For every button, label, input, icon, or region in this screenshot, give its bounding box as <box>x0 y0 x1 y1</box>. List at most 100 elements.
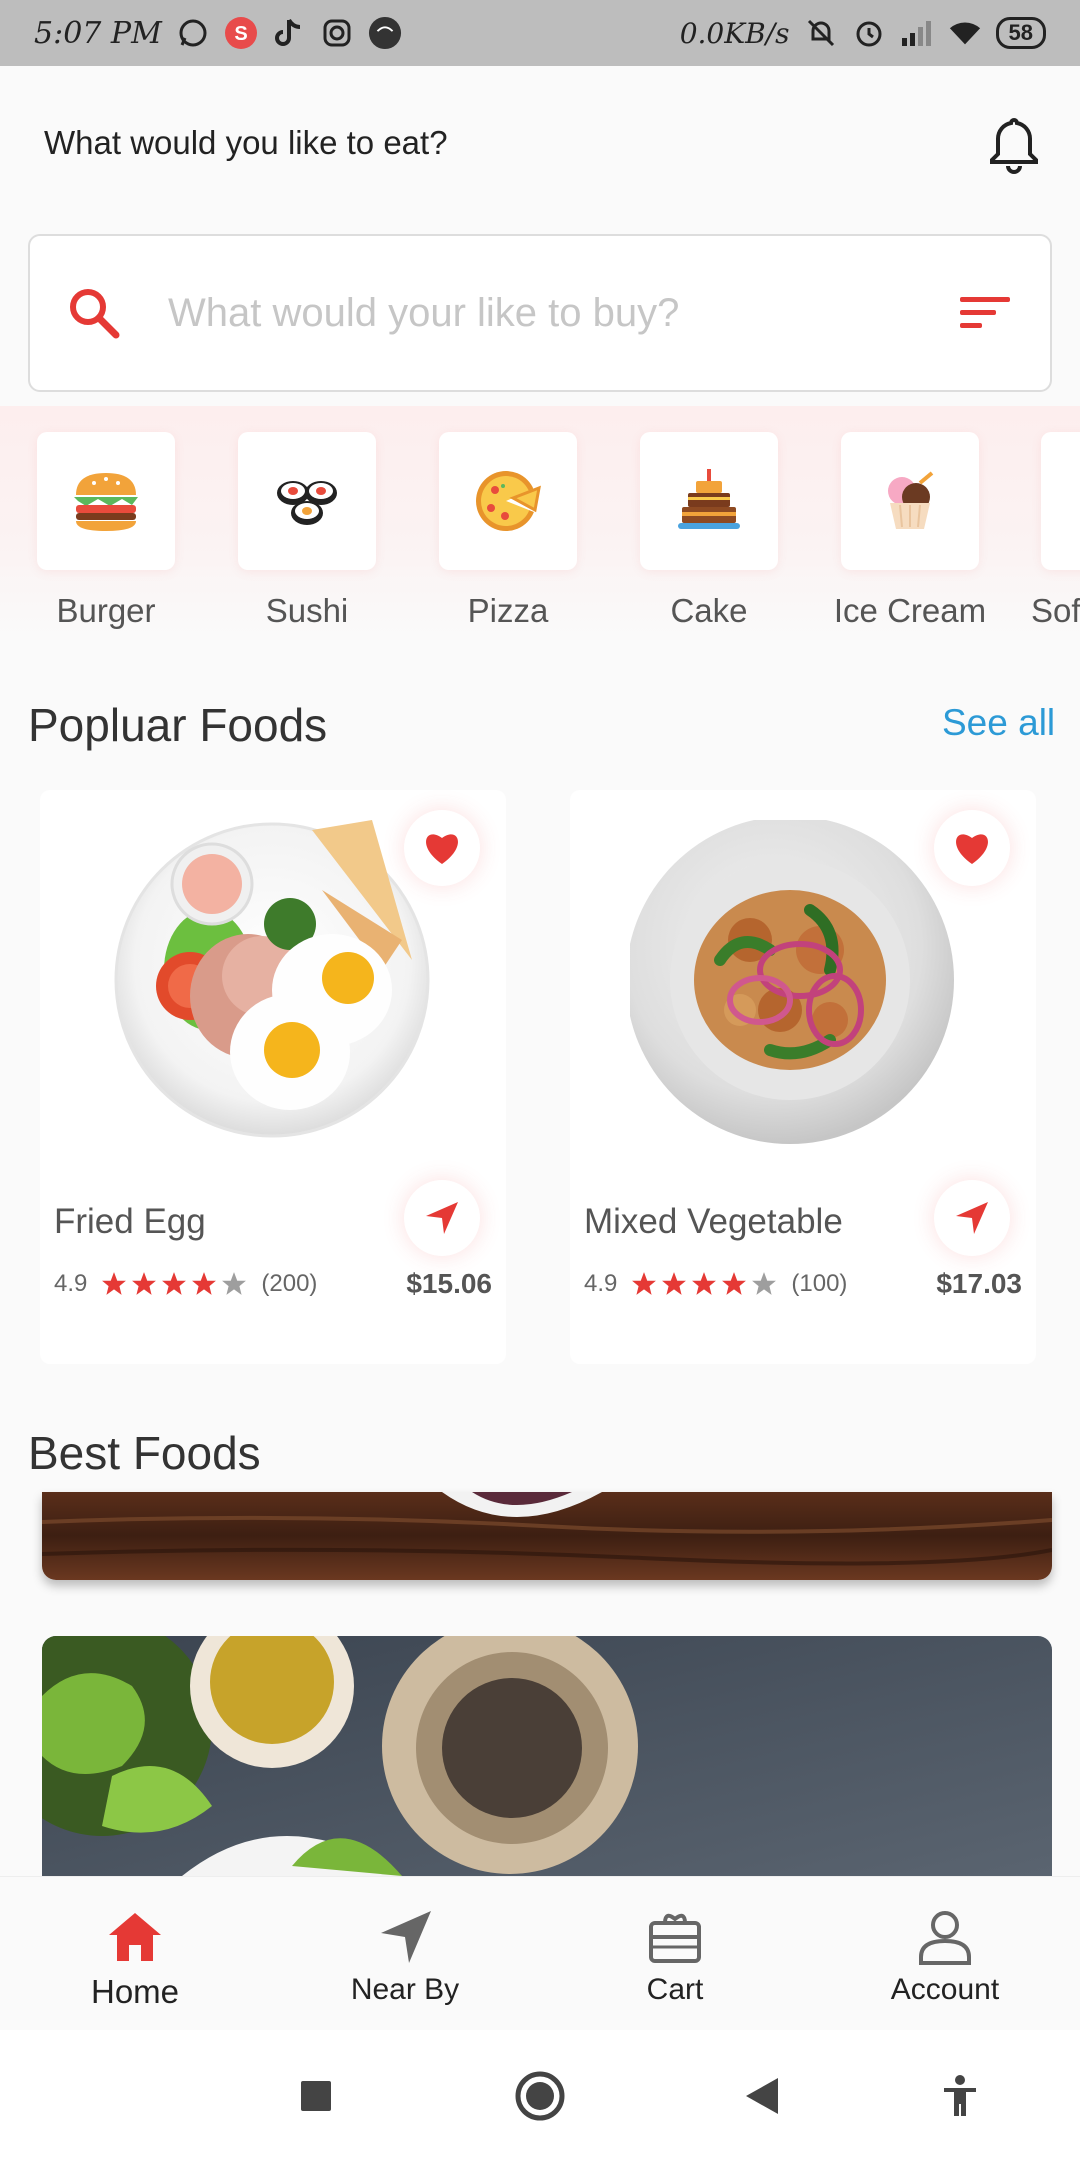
back-button[interactable] <box>732 2066 792 2126</box>
category-label: Burger <box>56 592 156 629</box>
star-filled-icon <box>662 1272 687 1295</box>
star-filled-icon <box>162 1272 187 1295</box>
star-rating <box>101 1271 247 1297</box>
instagram-icon <box>320 16 354 50</box>
burger-icon <box>37 432 175 570</box>
home-button[interactable] <box>510 2066 570 2126</box>
svg-text:S: S <box>234 23 247 45</box>
star-filled-icon <box>132 1272 157 1295</box>
home-icon <box>109 1913 161 1961</box>
cart-icon <box>649 1913 701 1963</box>
category-soft-drink[interactable]: Sof <box>1021 432 1080 630</box>
bottom-navigation: Home Near By Cart Account <box>0 1876 1080 2030</box>
square-icon <box>301 2081 331 2111</box>
food-rating: 4.9 (100) <box>584 1270 847 1298</box>
sushi-icon <box>238 432 376 570</box>
alarm-icon <box>852 16 886 50</box>
star-filled-icon <box>192 1272 217 1295</box>
star-filled-icon <box>722 1272 747 1295</box>
triangle-back-icon <box>746 2078 778 2114</box>
circle-icon <box>515 2071 565 2121</box>
page-title: What would you like to eat? <box>44 124 448 161</box>
filter-icon[interactable] <box>958 293 1014 333</box>
battery-indicator: 58 <box>995 17 1046 49</box>
recent-apps-button[interactable] <box>286 2066 346 2126</box>
tiktok-icon <box>272 16 306 50</box>
category-burger[interactable]: Burger <box>16 432 196 630</box>
best-food-banner[interactable] <box>42 1492 1052 1580</box>
review-count: (100) <box>791 1270 848 1297</box>
food-name: Mixed Vegetable <box>584 1202 843 1241</box>
nav-cart[interactable]: Cart <box>540 1877 810 2031</box>
nav-near-by[interactable]: Near By <box>270 1877 540 2031</box>
network-speed: 0.0KB/s <box>679 16 790 50</box>
best-food-banner[interactable] <box>42 1636 1052 1876</box>
star-empty-icon <box>222 1272 247 1295</box>
heart-icon <box>956 834 988 864</box>
star-rating <box>631 1271 777 1297</box>
nav-label: Near By <box>350 1973 460 2006</box>
favorite-button[interactable] <box>404 810 480 886</box>
category-cake[interactable]: Cake <box>619 432 799 630</box>
navigation-icon <box>381 1911 431 1963</box>
accessibility-button[interactable] <box>930 2066 990 2126</box>
fried-egg-image <box>112 820 432 1140</box>
directions-button[interactable] <box>404 1180 480 1256</box>
rating-value: 4.9 <box>54 1270 88 1297</box>
see-all-link[interactable]: See all <box>942 702 1055 744</box>
food-rating: 4.9 (200) <box>54 1270 317 1298</box>
notification-bell-icon[interactable] <box>986 114 1042 174</box>
search-bar <box>28 234 1052 392</box>
star-empty-icon <box>752 1272 777 1295</box>
category-list: Burger Sushi Pizza Cake Ice Cream Sof <box>0 406 1080 638</box>
nav-label: Account <box>890 1973 1000 2006</box>
category-pizza[interactable]: Pizza <box>418 432 598 630</box>
system-navigation-bar <box>0 2030 1080 2160</box>
status-time: 5:07 PM <box>34 15 162 51</box>
best-foods-title: Best Foods <box>28 1427 261 1479</box>
nav-label: Cart <box>646 1973 704 2006</box>
account-icon <box>919 1911 971 1965</box>
heart-icon <box>426 834 458 864</box>
mute-icon <box>804 16 838 50</box>
category-label: Cake <box>670 592 748 629</box>
food-price: $15.06 <box>406 1268 492 1299</box>
navigation-arrow-icon <box>956 1202 988 1234</box>
search-input[interactable] <box>168 290 958 336</box>
nav-home[interactable]: Home <box>0 1877 270 2031</box>
pizza-icon <box>439 432 577 570</box>
search-icon[interactable] <box>66 285 122 341</box>
ice-cream-icon <box>841 432 979 570</box>
wifi-icon <box>948 16 982 50</box>
food-card-fried-egg[interactable]: Fried Egg 4.9 (200) $15.06 <box>40 790 506 1364</box>
navigation-arrow-icon <box>426 1202 458 1234</box>
category-label: Sushi <box>265 592 349 629</box>
favorite-button[interactable] <box>934 810 1010 886</box>
review-count: (200) <box>261 1270 318 1297</box>
food-card-mixed-vegetable[interactable]: Mixed Vegetable 4.9 (100) $17.03 <box>570 790 1036 1364</box>
popular-foods-title: Popluar Foods <box>28 699 328 751</box>
status-bar: 5:07 PM S 0.0KB/s 58 <box>0 0 1080 66</box>
signal-icon <box>900 16 934 50</box>
star-filled-icon <box>102 1272 127 1295</box>
app-s-icon: S <box>224 16 258 50</box>
directions-button[interactable] <box>934 1180 1010 1256</box>
mixed-vegetable-image <box>626 816 954 1144</box>
category-ice-cream[interactable]: Ice Cream <box>820 432 1000 630</box>
accessibility-icon <box>944 2075 976 2116</box>
star-filled-icon <box>692 1272 717 1295</box>
whatsapp-icon <box>176 16 210 50</box>
category-label: Ice Cream <box>833 592 987 629</box>
nav-label: Home <box>90 1973 180 2010</box>
soft-drink-icon <box>1041 432 1080 570</box>
category-label: Pizza <box>467 592 549 629</box>
category-label: Sof <box>1031 592 1080 629</box>
rating-value: 4.9 <box>584 1270 618 1297</box>
star-filled-icon <box>632 1272 657 1295</box>
chat-app-icon <box>368 16 402 50</box>
nav-account[interactable]: Account <box>810 1877 1080 2031</box>
cake-icon <box>640 432 778 570</box>
food-price: $17.03 <box>936 1268 1022 1299</box>
food-name: Fried Egg <box>54 1202 206 1241</box>
category-sushi[interactable]: Sushi <box>217 432 397 630</box>
